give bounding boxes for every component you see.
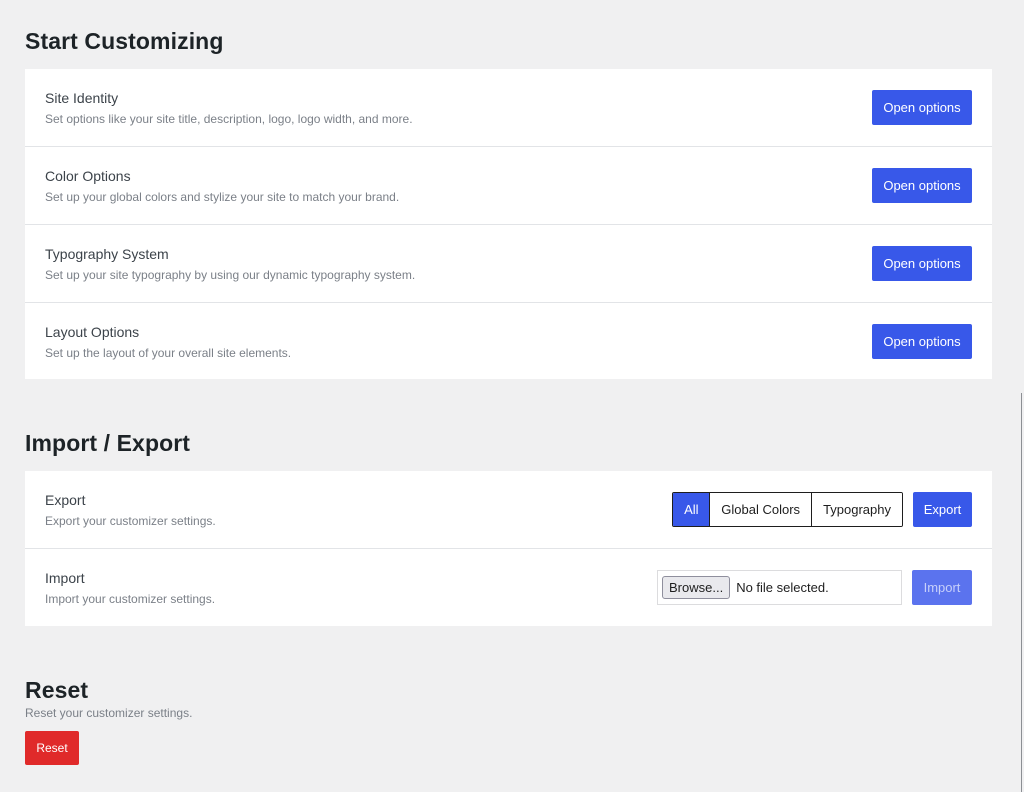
site-identity-label: Site Identity (45, 90, 119, 106)
color-options-open-options-button[interactable]: Open options (872, 168, 972, 203)
reset-button[interactable]: Reset (25, 731, 79, 765)
file-status-text: No file selected. (736, 580, 829, 595)
layout-options-description: Set up the layout of your overall site e… (45, 346, 292, 360)
typography-system-description: Set up your site typography by using our… (45, 268, 416, 282)
export-row: Export Export your customizer settings. … (25, 471, 992, 549)
layout-options-label: Layout Options (45, 324, 140, 340)
site-identity-description: Set options like your site title, descri… (45, 112, 413, 126)
import-file-input[interactable]: Browse... No file selected. (657, 570, 902, 605)
import-row: Import Import your customizer settings. … (25, 549, 992, 627)
export-scope-global-colors-button[interactable]: Global Colors (709, 493, 812, 526)
export-button[interactable]: Export (913, 492, 972, 527)
typography-system-row: Typography System Set up your site typog… (25, 225, 992, 303)
site-identity-row: Site Identity Set options like your site… (25, 69, 992, 147)
typography-system-label: Typography System (45, 246, 169, 262)
scrollbar-track[interactable] (1021, 393, 1022, 792)
reset-description: Reset your customizer settings. (25, 706, 193, 720)
color-options-description: Set up your global colors and stylize yo… (45, 190, 400, 204)
export-scope-toggle-group: All Global Colors Typography (672, 492, 903, 527)
start-customizing-card: Site Identity Set options like your site… (25, 69, 992, 379)
export-label: Export (45, 492, 86, 508)
color-options-row: Color Options Set up your global colors … (25, 147, 992, 225)
export-scope-all-button[interactable]: All (673, 493, 710, 526)
import-description: Import your customizer settings. (45, 592, 216, 606)
start-customizing-heading: Start Customizing (25, 28, 224, 54)
typography-system-open-options-button[interactable]: Open options (872, 246, 972, 281)
color-options-label: Color Options (45, 168, 131, 184)
layout-options-row: Layout Options Set up the layout of your… (25, 303, 992, 381)
layout-options-open-options-button[interactable]: Open options (872, 324, 972, 359)
import-button[interactable]: Import (912, 570, 972, 605)
export-description: Export your customizer settings. (45, 514, 216, 528)
import-label: Import (45, 570, 85, 586)
customizer-settings-page: Start Customizing Site Identity Set opti… (0, 0, 1024, 792)
export-scope-typography-button[interactable]: Typography (811, 493, 902, 526)
import-export-heading: Import / Export (25, 430, 191, 456)
reset-heading: Reset (25, 677, 89, 703)
browse-file-button[interactable]: Browse... (662, 576, 731, 599)
site-identity-open-options-button[interactable]: Open options (872, 90, 972, 125)
import-export-card: Export Export your customizer settings. … (25, 471, 992, 626)
